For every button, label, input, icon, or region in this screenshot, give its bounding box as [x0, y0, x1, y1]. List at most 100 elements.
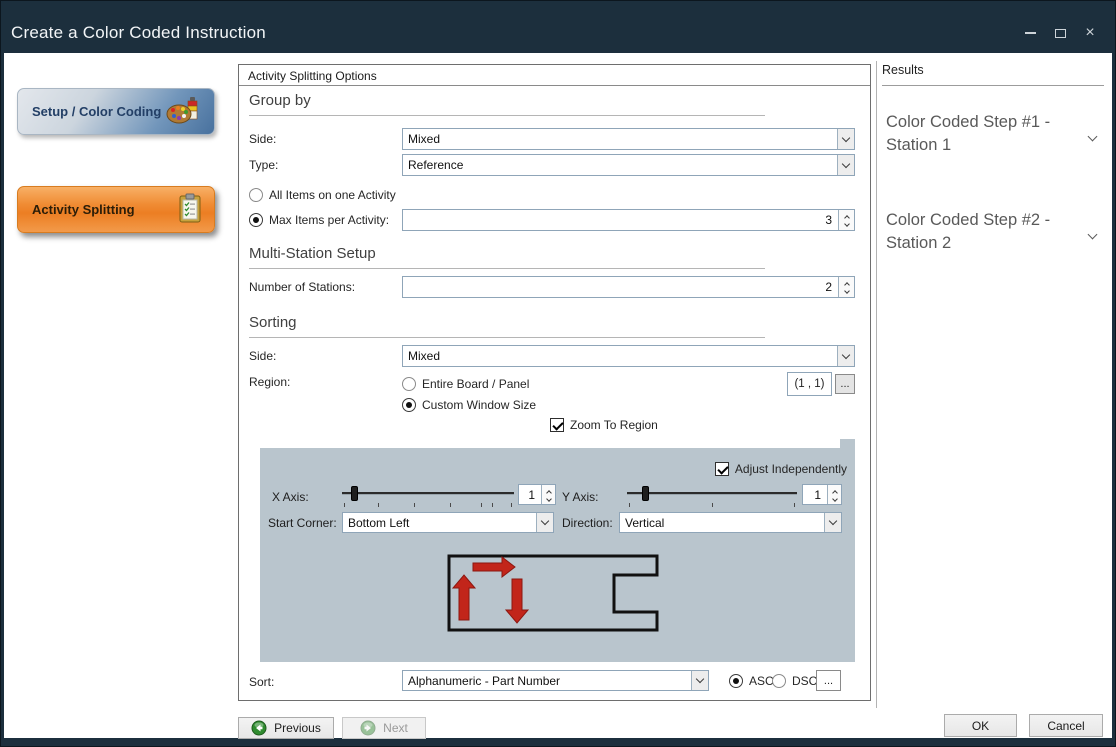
- group-by-heading: Group by: [249, 92, 765, 116]
- previous-button-label: Previous: [274, 721, 321, 735]
- chevron-down-icon[interactable]: [536, 513, 553, 532]
- dialog-window: Create a Color Coded Instruction × Setup…: [0, 0, 1116, 747]
- ok-button[interactable]: OK: [944, 714, 1017, 737]
- sorting-side-select[interactable]: Mixed: [402, 345, 855, 367]
- dsc-radio[interactable]: DSC: [772, 672, 817, 690]
- y-axis-slider[interactable]: [627, 484, 797, 508]
- entire-board-label: Entire Board / Panel: [422, 377, 529, 391]
- panel-tab: [840, 439, 855, 448]
- board-direction-diagram: [447, 554, 659, 637]
- x-axis-label: X Axis:: [272, 490, 309, 504]
- radio-icon: [249, 188, 263, 202]
- start-corner-select[interactable]: Bottom Left: [342, 512, 554, 533]
- group-by-side-select[interactable]: Mixed: [402, 128, 855, 150]
- zoom-to-region-checkbox[interactable]: Zoom To Region: [550, 416, 658, 434]
- dialog-content: Setup / Color Coding: [4, 53, 1112, 738]
- sort-label: Sort:: [249, 675, 274, 689]
- ok-button-label: OK: [972, 719, 989, 733]
- chevron-down-icon[interactable]: [824, 513, 841, 532]
- result-item-step1[interactable]: Color Coded Step #1 - Station 1: [886, 111, 1104, 157]
- sidebar-item-setup-color-coding[interactable]: Setup / Color Coding: [17, 88, 215, 135]
- sorting-side-label: Side:: [249, 349, 276, 363]
- slider-track: [342, 492, 514, 495]
- radio-icon: [402, 377, 416, 391]
- dsc-label: DSC: [792, 674, 817, 688]
- radio-icon: [729, 674, 743, 688]
- entire-board-radio[interactable]: Entire Board / Panel: [402, 375, 529, 393]
- custom-window-radio[interactable]: Custom Window Size: [402, 396, 536, 414]
- maximize-icon[interactable]: [1053, 25, 1067, 41]
- max-items-input[interactable]: 3: [402, 209, 855, 231]
- all-items-radio[interactable]: All Items on one Activity: [249, 186, 396, 204]
- y-axis-label: Y Axis:: [562, 490, 598, 504]
- region-coordinate-value[interactable]: (1 , 1): [787, 372, 832, 396]
- number-of-stations-label: Number of Stations:: [249, 280, 355, 294]
- direction-value: Vertical: [620, 516, 824, 530]
- multi-station-heading: Multi-Station Setup: [249, 245, 765, 269]
- type-label: Type:: [249, 158, 278, 172]
- sidebar-item-label: Setup / Color Coding: [32, 104, 161, 119]
- asc-label: ASC: [749, 674, 774, 688]
- region-label: Region:: [249, 375, 290, 389]
- sort-more-button[interactable]: ...: [816, 670, 841, 691]
- result-item-step2[interactable]: Color Coded Step #2 - Station 2: [886, 209, 1104, 255]
- y-axis-value: 1: [803, 485, 827, 504]
- activity-splitting-options-groupbox: Activity Splitting Options Group by Side…: [238, 64, 871, 701]
- radio-icon: [402, 398, 416, 412]
- start-corner-value: Bottom Left: [343, 516, 536, 530]
- x-axis-input[interactable]: 1: [518, 484, 556, 505]
- sidebar-item-activity-splitting[interactable]: Activity Splitting: [17, 186, 215, 233]
- titlebar: Create a Color Coded Instruction ×: [1, 1, 1115, 53]
- chevron-down-icon[interactable]: [837, 129, 854, 149]
- asc-radio[interactable]: ASC: [729, 672, 774, 690]
- groupbox-title: Activity Splitting Options: [239, 65, 870, 86]
- region-coordinate-control: (1 , 1) ...: [787, 372, 855, 396]
- green-circle-left-arrow-icon: [251, 720, 267, 736]
- chevron-down-icon[interactable]: [691, 671, 708, 690]
- slider-thumb[interactable]: [351, 486, 358, 501]
- max-items-radio[interactable]: Max Items per Activity:: [249, 209, 389, 231]
- group-by-type-select[interactable]: Reference: [402, 154, 855, 176]
- results-divider: [882, 85, 1104, 86]
- x-axis-slider[interactable]: [342, 484, 514, 508]
- start-corner-label: Start Corner:: [268, 516, 337, 530]
- y-axis-input[interactable]: 1: [802, 484, 842, 505]
- right-arrow-icon: [473, 557, 515, 577]
- next-button[interactable]: Next: [342, 717, 426, 739]
- previous-button[interactable]: Previous: [238, 717, 334, 739]
- chevron-down-icon[interactable]: [1089, 127, 1096, 145]
- chevron-down-icon[interactable]: [837, 155, 854, 175]
- spinner-icon[interactable]: [838, 210, 854, 230]
- sidebar-item-label: Activity Splitting: [32, 202, 135, 217]
- custom-window-label: Custom Window Size: [422, 398, 536, 412]
- number-of-stations-value: 2: [403, 277, 838, 297]
- sort-value: Alphanumeric - Part Number: [403, 674, 691, 688]
- cancel-button[interactable]: Cancel: [1029, 714, 1103, 737]
- direction-select[interactable]: Vertical: [619, 512, 842, 533]
- x-axis-value: 1: [519, 485, 541, 504]
- number-of-stations-input[interactable]: 2: [402, 276, 855, 298]
- max-items-label: Max Items per Activity:: [269, 213, 389, 227]
- chevron-down-icon[interactable]: [837, 346, 854, 366]
- results-title: Results: [882, 63, 924, 77]
- sorting-heading: Sorting: [249, 314, 765, 338]
- zoom-to-region-label: Zoom To Region: [570, 418, 658, 432]
- adjust-independently-label: Adjust Independently: [735, 462, 847, 476]
- group-by-side-value: Mixed: [403, 132, 837, 146]
- minimize-icon[interactable]: [1023, 25, 1037, 41]
- window-controls: ×: [1023, 23, 1097, 43]
- chevron-down-icon[interactable]: [1089, 225, 1096, 243]
- close-icon[interactable]: ×: [1083, 25, 1097, 41]
- palette-spray-icon: [166, 95, 202, 129]
- region-browse-button[interactable]: ...: [835, 374, 855, 394]
- spinner-icon[interactable]: [541, 485, 555, 504]
- max-items-value: 3: [403, 210, 838, 230]
- all-items-label: All Items on one Activity: [269, 188, 396, 202]
- custom-window-panel: Adjust Independently X Axis: 1: [260, 448, 855, 662]
- sort-select[interactable]: Alphanumeric - Part Number: [402, 670, 709, 691]
- slider-thumb[interactable]: [642, 486, 649, 501]
- adjust-independently-checkbox[interactable]: Adjust Independently: [715, 461, 847, 477]
- spinner-icon[interactable]: [827, 485, 841, 504]
- cancel-button-label: Cancel: [1047, 719, 1084, 733]
- spinner-icon[interactable]: [838, 277, 854, 297]
